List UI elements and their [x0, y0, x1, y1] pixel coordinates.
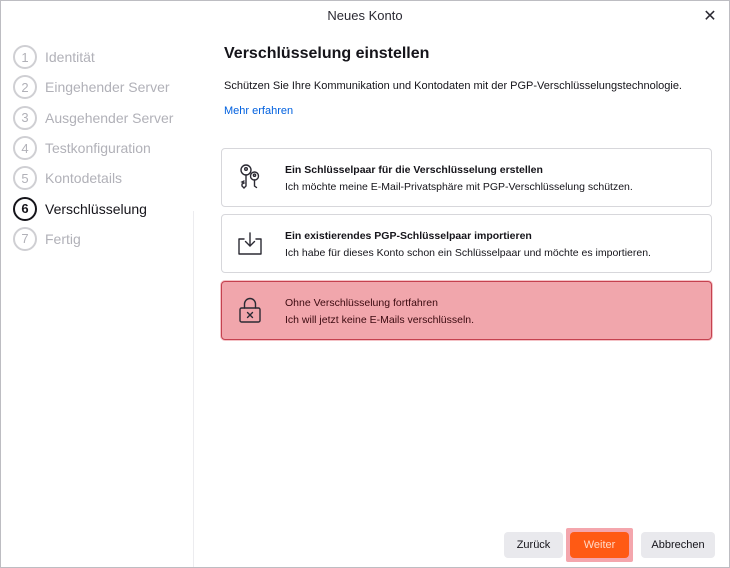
key-pair-icon: [240, 164, 260, 189]
option-import-key-pair[interactable]: Ein existierendes PGP-Schlüsselpaar impo…: [221, 214, 712, 273]
main-panel: Verschlüsselung einstellen Schützen Sie …: [224, 45, 714, 119]
step-number: 4: [13, 136, 37, 161]
option-title: Ein existierendes PGP-Schlüsselpaar impo…: [285, 230, 532, 242]
step-label: Testkonfiguration: [45, 140, 151, 157]
step-label: Fertig: [45, 230, 81, 247]
option-create-key-pair[interactable]: Ein Schlüsselpaar für die Verschlüsselun…: [221, 148, 712, 207]
page-title: Verschlüsselung einstellen: [224, 45, 430, 62]
option-subtitle: Ich möchte meine E-Mail-Privatsphäre mit…: [285, 181, 633, 193]
step-encryption: 6 Verschlüsselung: [13, 193, 193, 223]
step-label: Identität: [45, 49, 95, 66]
wizard-steps: 1 Identität 2 Eingehender Server 3 Ausge…: [13, 42, 193, 254]
step-number: 5: [13, 166, 37, 191]
step-number: 2: [13, 75, 37, 100]
option-subtitle: Ich will jetzt keine E-Mails verschlüsse…: [285, 314, 475, 326]
learn-more-link[interactable]: Mehr erfahren: [224, 105, 293, 117]
lock-x-icon: [239, 297, 261, 323]
title-bar: Neues Konto ✕: [1, 1, 729, 31]
step-outgoing-server: 3 Ausgehender Server: [13, 103, 193, 133]
step-number: 6: [13, 196, 37, 221]
step-label: Eingehender Server: [45, 79, 170, 96]
next-button[interactable]: Weiter: [570, 532, 629, 558]
step-label: Verschlüsselung: [45, 200, 147, 217]
step-test-configuration: 4 Testkonfiguration: [13, 133, 193, 163]
step-done: 7 Fertig: [13, 224, 193, 254]
option-no-encryption[interactable]: Ohne Verschlüsselung fortfahren Ich will…: [221, 281, 712, 340]
close-icon[interactable]: ✕: [699, 5, 721, 27]
cancel-button[interactable]: Abbrechen: [641, 532, 715, 558]
step-number: 1: [13, 45, 37, 70]
step-label: Ausgehender Server: [45, 109, 174, 126]
back-button[interactable]: Zurück: [504, 532, 563, 558]
step-number: 3: [13, 105, 37, 130]
new-account-dialog: Neues Konto ✕ 1 Identität 2 Eingehender …: [0, 0, 730, 568]
step-label: Kontodetails: [45, 170, 123, 187]
option-subtitle: Ich habe für dieses Konto schon ein Schl…: [285, 247, 651, 259]
import-icon: [238, 232, 262, 255]
step-number: 7: [13, 226, 37, 251]
step-identity: 1 Identität: [13, 42, 193, 72]
option-title: Ein Schlüsselpaar für die Verschlüsselun…: [285, 164, 543, 176]
option-title: Ohne Verschlüsselung fortfahren: [285, 297, 438, 309]
sidebar-divider: [193, 211, 194, 567]
step-incoming-server: 2 Eingehender Server: [13, 72, 193, 102]
step-account-details: 5 Kontodetails: [13, 163, 193, 193]
window-title: Neues Konto: [327, 8, 403, 23]
page-description: Schützen Sie Ihre Kommunikation und Kont…: [224, 80, 682, 92]
